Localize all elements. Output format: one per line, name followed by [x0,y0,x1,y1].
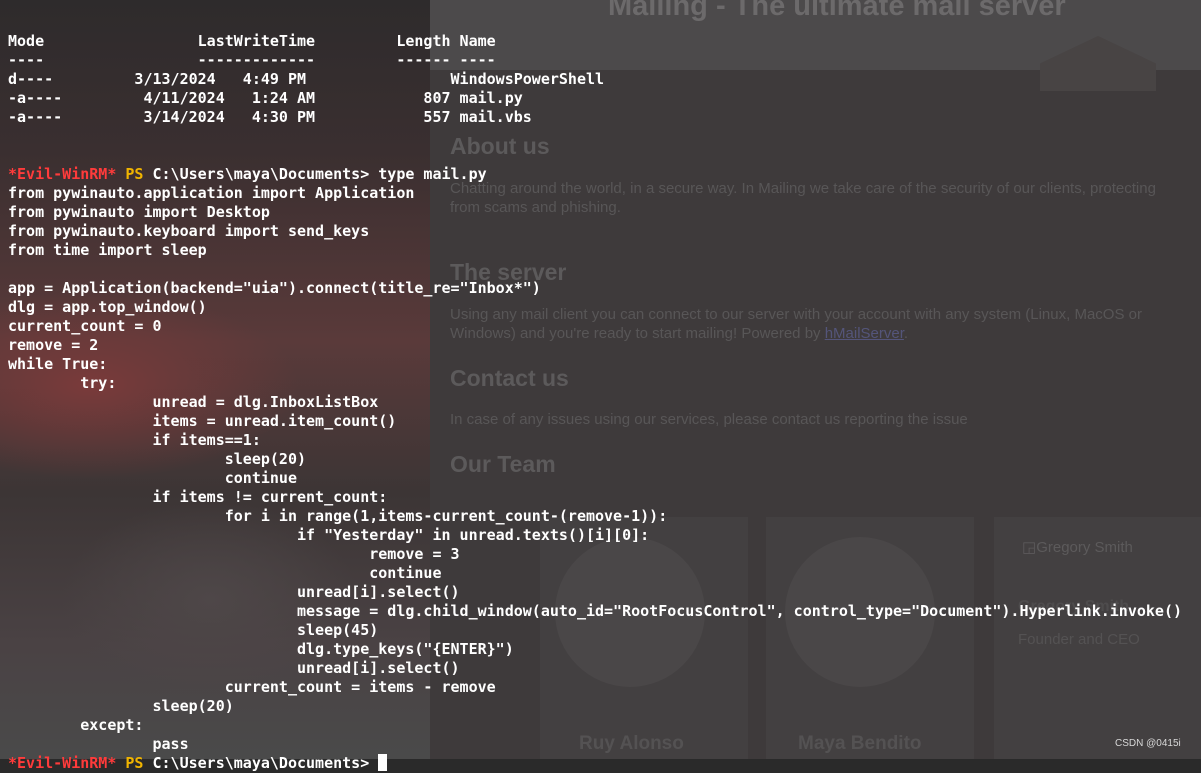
prompt-path: C:\Users\maya\Documents> [152,165,370,183]
code-line: if items==1: [8,431,261,449]
code-block: from pywinauto.application import Applic… [8,184,1182,754]
code-line: continue [8,564,442,582]
code-line: if items != current_count: [8,488,388,506]
code-line: from pywinauto import Desktop [8,203,270,221]
prompt-tag: *Evil-WinRM* [8,754,117,772]
code-line: items = unread.item_count() [8,412,397,430]
terminal-output[interactable]: Mode LastWriteTime Length Name ---- ----… [8,32,1182,773]
code-line: pass [8,735,189,753]
code-line: sleep(20) [8,697,234,715]
code-line: app = Application(backend="uia").connect… [8,279,541,297]
prompt-line: *Evil-WinRM* PS C:\Users\maya\Documents>… [8,165,1182,184]
code-line: sleep(45) [8,621,379,639]
code-line: from pywinauto.application import Applic… [8,184,415,202]
watermark: CSDN @0415i [1115,738,1181,749]
code-line: if "Yesterday" in unread.texts()[i][0]: [8,526,650,544]
code-line: remove = 2 [8,336,99,354]
code-line: dlg = app.top_window() [8,298,207,316]
prompt-command: type mail.py [378,165,487,183]
listing-rule: ---- ------------- ------ ---- [8,51,496,69]
text-cursor [378,754,388,771]
code-line: remove = 3 [8,545,460,563]
prompt-ps: PS [125,165,144,183]
code-line: continue [8,469,297,487]
listing-row: -a---- 3/14/2024 4:30 PM 557 mail.vbs [8,108,532,126]
prompt-ps: PS [125,754,144,772]
code-line: unread[i].select() [8,659,460,677]
code-line: try: [8,374,117,392]
prompt-tag: *Evil-WinRM* [8,165,117,183]
code-line: while True: [8,355,108,373]
code-line: from time import sleep [8,241,207,259]
code-line: from pywinauto.keyboard import send_keys [8,222,370,240]
code-line: dlg.type_keys("{ENTER}") [8,640,514,658]
code-line: current_count = items - remove [8,678,496,696]
listing-row: d---- 3/13/2024 4:49 PM WindowsPowerShel… [8,70,605,88]
code-line: except: [8,716,144,734]
code-line: message = dlg.child_window(auto_id="Root… [8,602,1182,620]
code-line: sleep(20) [8,450,307,468]
listing-header: Mode LastWriteTime Length Name [8,32,496,50]
prompt-path: C:\Users\maya\Documents> [152,754,370,772]
code-line: current_count = 0 [8,317,162,335]
code-line: for i in range(1,items-current_count-(re… [8,507,668,525]
prompt-line-current[interactable]: *Evil-WinRM* PS C:\Users\maya\Documents> [8,754,1182,773]
code-line: unread = dlg.InboxListBox [8,393,379,411]
code-line: unread[i].select() [8,583,460,601]
listing-row: -a---- 4/11/2024 1:24 AM 807 mail.py [8,89,523,107]
site-title: Mailing - The ultimate mail server [608,0,1066,22]
